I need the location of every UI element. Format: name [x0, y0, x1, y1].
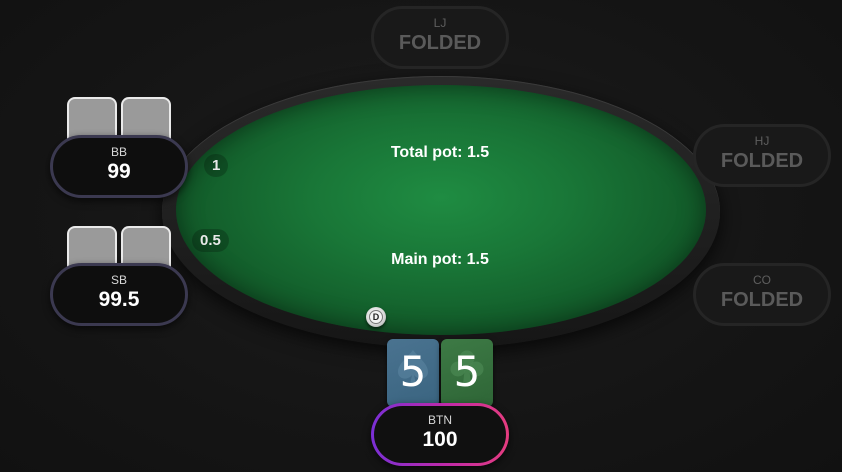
seat-position-label: BTN: [428, 413, 452, 427]
hero-card-1[interactable]: 5: [387, 339, 439, 407]
seat-position-label: CO: [753, 273, 771, 287]
main-pot-label: Main pot: 1.5: [391, 251, 489, 268]
seat-bb[interactable]: BB 99: [50, 135, 188, 198]
card-rank: 5: [453, 347, 481, 396]
seat-position-label: LJ: [433, 16, 447, 30]
seat-stack: 99.5: [98, 288, 140, 311]
seat-position-label: BB: [110, 145, 127, 159]
sb-bet-amount: 0.5: [192, 229, 229, 252]
table-felt: [176, 85, 706, 335]
bb-bet-amount: 1: [204, 154, 229, 177]
seat-status: FOLDED: [720, 150, 804, 172]
seat-lj[interactable]: LJ FOLDED: [371, 6, 509, 69]
seat-position-label: SB: [110, 273, 127, 287]
seat-stack: 100: [422, 428, 458, 451]
poker-table-view: Total pot: 1.5 Main pot: 1.5 1 0.5 D LJ …: [0, 0, 842, 472]
seat-status: FOLDED: [720, 289, 804, 311]
hero-card-2[interactable]: 5: [441, 339, 493, 407]
card-rank: 5: [399, 347, 427, 396]
seat-position-label: HJ: [754, 134, 770, 148]
seat-co[interactable]: CO FOLDED: [693, 263, 831, 326]
seat-status: FOLDED: [398, 32, 482, 54]
seat-btn[interactable]: BTN 100: [371, 403, 509, 466]
seat-sb[interactable]: SB 99.5: [50, 263, 188, 326]
dealer-button-icon: D: [366, 307, 386, 327]
total-pot-label: Total pot: 1.5: [390, 144, 490, 161]
seat-stack: 99: [107, 160, 131, 183]
dealer-button-label: D: [369, 310, 383, 324]
seat-hj[interactable]: HJ FOLDED: [693, 124, 831, 187]
